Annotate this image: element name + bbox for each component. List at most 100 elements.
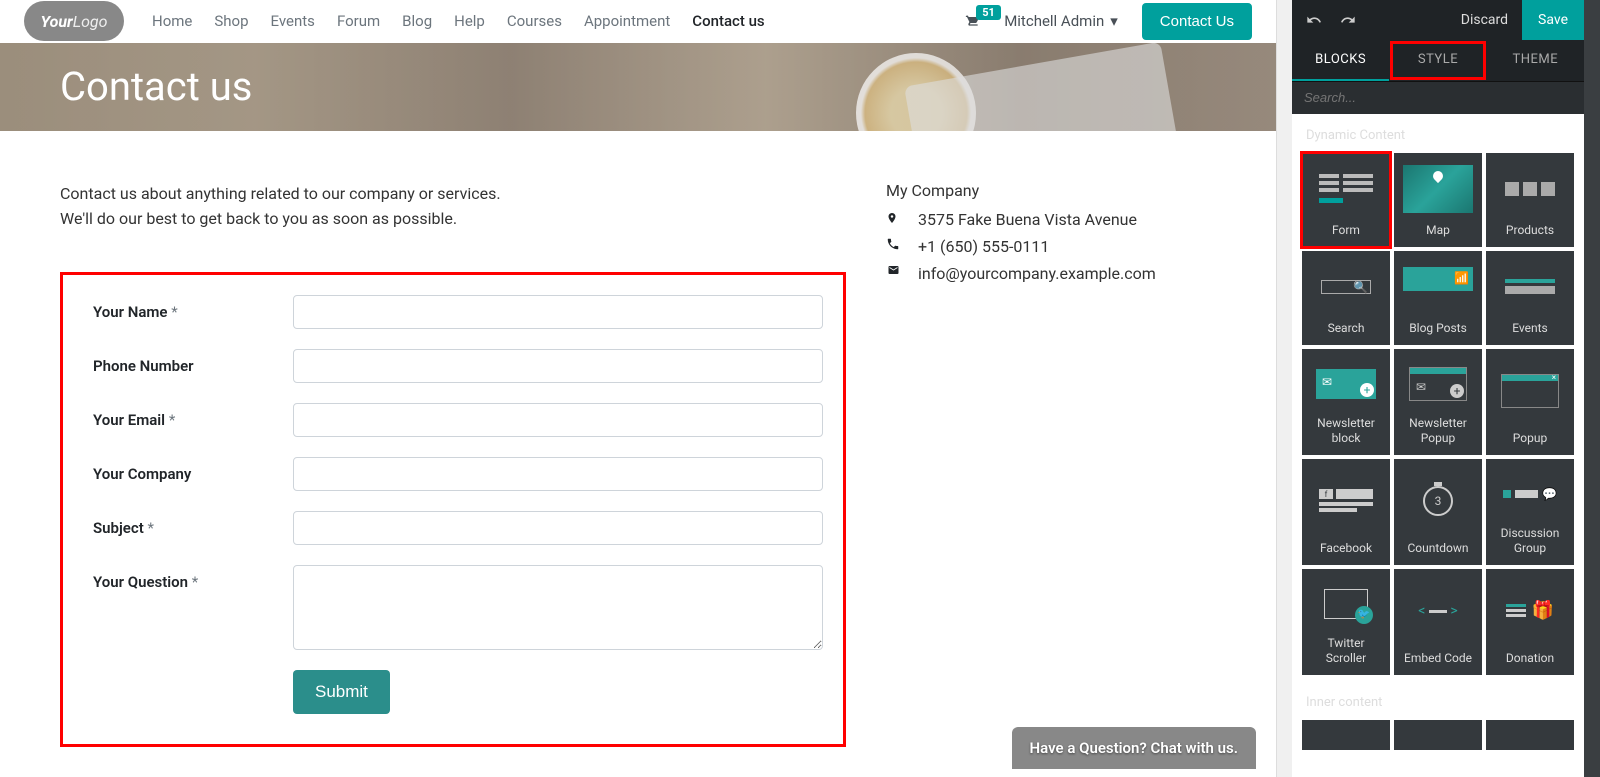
nav-blog[interactable]: Blog [402,12,432,30]
inner-content-grid [1302,720,1574,750]
contact-us-button[interactable]: Contact Us [1142,3,1252,40]
block-form[interactable]: Form [1302,153,1390,247]
block-label: Form [1332,223,1360,237]
editor-side-panel: Discard Save BLOCKS STYLE THEME Dynamic … [1292,0,1600,777]
block-popup[interactable]: × Popup [1486,349,1574,455]
block-blog-posts[interactable]: 📶 Blog Posts [1394,251,1482,345]
company-name: My Company [886,181,1216,200]
block-search-input[interactable] [1304,90,1572,105]
nav-right: 51 Mitchell Admin ▾ Contact Us [962,3,1252,40]
block-donation[interactable]: 🎁 Donation [1486,569,1574,675]
input-phone[interactable] [293,349,823,383]
block-label: Facebook [1320,541,1372,555]
info-email: info@yourcompany.example.com [886,264,1216,283]
section-inner-content: Inner content [1302,689,1574,720]
label-phone: Phone Number [93,349,293,375]
label-question: Your Question * [93,565,293,591]
block-label: Embed Code [1404,651,1472,665]
block-twitter-scroller[interactable]: 🐦 Twitter Scroller [1302,569,1390,675]
tab-style[interactable]: STYLE [1389,40,1486,81]
input-company[interactable] [293,457,823,491]
input-name[interactable] [293,295,823,329]
nav-contact[interactable]: Contact us [692,12,764,30]
phone-text: +1 (650) 555-0111 [918,237,1049,256]
block-label: Discussion Group [1490,526,1570,555]
panel-scrollbar[interactable] [1584,0,1600,777]
tab-blocks[interactable]: BLOCKS [1292,40,1389,81]
form-row-name: Your Name * [93,295,823,329]
block-map[interactable]: Map [1394,153,1482,247]
block-events[interactable]: Events [1486,251,1574,345]
block-grid: Form Map Products 🔍 Search 📶 Blog Posts [1302,153,1574,675]
intro-line2: We'll do our best to get back to you as … [60,206,846,232]
section-dynamic-content: Dynamic Content [1302,122,1574,153]
block-label: Events [1512,321,1548,335]
block-newsletter-popup[interactable]: ✉+ Newsletter Popup [1394,349,1482,455]
block-label: Products [1506,223,1554,237]
tab-theme[interactable]: THEME [1487,40,1584,81]
save-button[interactable]: Save [1522,0,1584,40]
cart-button[interactable]: 51 [962,13,980,29]
page-content: Contact us about anything related to our… [0,131,1276,777]
nav-events[interactable]: Events [271,12,315,30]
map-pin-icon [886,210,902,226]
form-row-question: Your Question * [93,565,823,650]
nav-courses[interactable]: Courses [507,12,562,30]
intro-text: Contact us about anything related to our… [60,181,846,232]
label-name: Your Name * [93,295,293,321]
panel-topbar: Discard Save [1292,0,1584,40]
undo-button[interactable] [1306,12,1322,28]
info-phone: +1 (650) 555-0111 [886,237,1216,256]
intro-line1: Contact us about anything related to our… [60,181,846,207]
preview-scrollbar[interactable] [1276,0,1292,777]
page-title: Contact us [60,63,252,110]
caret-down-icon: ▾ [1110,12,1118,30]
label-company: Your Company [93,457,293,483]
panel-search [1292,82,1584,114]
submit-button[interactable]: Submit [293,670,390,714]
company-info: My Company 3575 Fake Buena Vista Avenue … [886,181,1216,747]
logo-text-sub: Logo [73,12,108,31]
block-label: Map [1426,223,1450,237]
info-address: 3575 Fake Buena Vista Avenue [886,210,1216,229]
user-menu[interactable]: Mitchell Admin ▾ [1004,12,1118,30]
block-embed-code[interactable]: < > Embed Code [1394,569,1482,675]
form-row-email: Your Email * [93,403,823,437]
livechat-widget[interactable]: Have a Question? Chat with us. [1012,727,1256,769]
nav-appointment[interactable]: Appointment [584,12,670,30]
block-label: Popup [1513,431,1547,445]
block-label: Blog Posts [1409,321,1467,335]
nav-shop[interactable]: Shop [214,12,248,30]
block-inner-placeholder[interactable] [1302,720,1390,750]
input-question[interactable] [293,565,823,650]
user-name: Mitchell Admin [1004,12,1104,30]
redo-button[interactable] [1340,12,1356,28]
discard-button[interactable]: Discard [1447,12,1522,28]
nav-forum[interactable]: Forum [337,12,380,30]
block-inner-placeholder[interactable] [1486,720,1574,750]
panel-tabs: BLOCKS STYLE THEME [1292,40,1584,82]
nav-help[interactable]: Help [454,12,485,30]
block-countdown[interactable]: 3 Countdown [1394,459,1482,565]
hero-banner: Contact us [0,43,1276,131]
block-discussion-group[interactable]: 💬 Discussion Group [1486,459,1574,565]
block-inner-placeholder[interactable] [1394,720,1482,750]
block-newsletter-block[interactable]: ✉+ Newsletter block [1302,349,1390,455]
block-label: Countdown [1407,541,1468,555]
label-subject: Subject * [93,511,293,537]
nav-home[interactable]: Home [152,12,192,30]
block-search[interactable]: 🔍 Search [1302,251,1390,345]
phone-icon [886,237,902,251]
block-label: Donation [1506,651,1554,665]
site-logo[interactable]: YourLogo [24,1,124,41]
block-products[interactable]: Products [1486,153,1574,247]
block-facebook[interactable]: f Facebook [1302,459,1390,565]
email-text: info@yourcompany.example.com [918,264,1156,283]
nav-links: Home Shop Events Forum Blog Help Courses… [152,12,765,30]
form-row-company: Your Company [93,457,823,491]
top-navbar: YourLogo Home Shop Events Forum Blog Hel… [0,0,1276,43]
input-subject[interactable] [293,511,823,545]
cart-count-badge: 51 [976,5,1001,20]
contact-form-highlight: Your Name * Phone Number Your Email * Yo… [60,272,846,747]
input-email[interactable] [293,403,823,437]
